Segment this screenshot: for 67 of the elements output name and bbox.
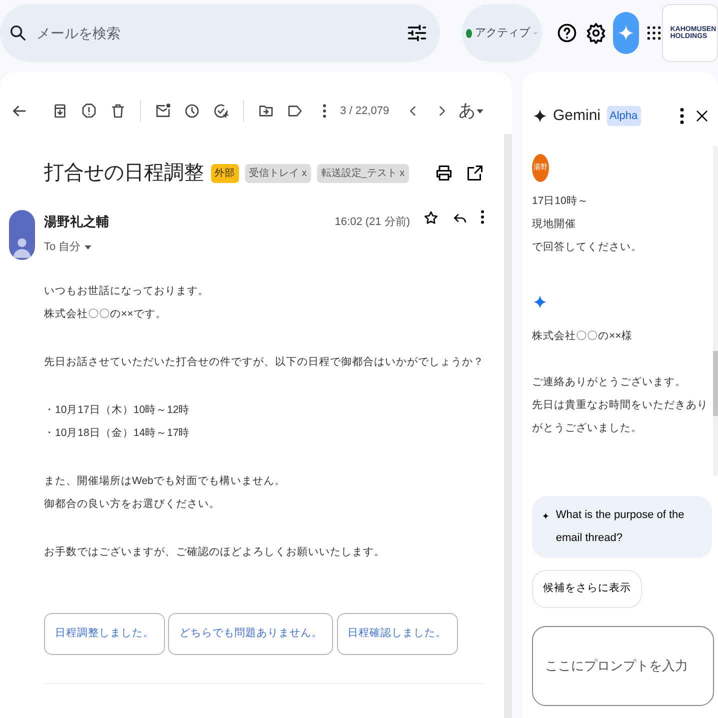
panel-menu-button[interactable] [680, 108, 684, 124]
body-paragraph: いつもお世話になっております。 株式会社〇〇の××です。 [44, 284, 210, 322]
sparkle-icon [532, 108, 548, 124]
scrollbar[interactable] [713, 146, 718, 476]
sliders-icon [406, 22, 428, 44]
status-button[interactable]: アクティブ [462, 4, 542, 62]
print-button[interactable] [435, 164, 453, 182]
recipient-dropdown[interactable]: To 自分 [44, 238, 109, 255]
alpha-badge: Alpha [606, 106, 641, 126]
trash-icon [110, 103, 126, 119]
caret-icon [476, 107, 484, 115]
smart-reply-button[interactable]: 日程確認しました。 [336, 613, 458, 655]
help-icon [556, 22, 578, 44]
reply-paragraph: 株式会社〇〇の××様 [532, 329, 634, 344]
help-button[interactable] [556, 22, 578, 44]
input-tool-button[interactable]: あ [458, 97, 484, 125]
message-time: 16:02 (21 分前) [334, 215, 410, 230]
external-link-icon [466, 164, 484, 182]
search-icon [8, 23, 28, 43]
caret-icon [533, 29, 538, 37]
label-chip: 転送設定_テスト x [317, 164, 409, 182]
body-paragraph: また、開催場所はWebでも対面でも構いません。 御都合の良い方をお選びください。 [44, 474, 286, 512]
star-icon [423, 210, 439, 226]
apps-button[interactable] [646, 25, 662, 41]
open-window-button[interactable] [466, 164, 484, 182]
caret-icon [84, 242, 92, 251]
settings-icon [584, 22, 606, 44]
sender-name: 湯野礼之輔 [44, 213, 109, 231]
external-tag: 外部 [210, 164, 238, 182]
email-subject: 打合せの日程調整 [44, 161, 204, 186]
settings-button[interactable] [584, 22, 606, 44]
clock-icon [184, 103, 200, 119]
sparkle-icon [617, 24, 635, 42]
message-menu-button[interactable] [481, 210, 484, 224]
search-bar[interactable]: メールを検索 [0, 4, 440, 62]
archive-icon [52, 103, 68, 119]
reply-paragraph: ご連絡ありがとうございます。 先日は貴重なお時間をいただきありがとうございました。 [532, 375, 709, 436]
envelope-icon [155, 103, 172, 119]
sparkle-icon [532, 293, 548, 311]
more-icon [481, 210, 484, 224]
more-icon [322, 104, 326, 118]
more-icon [680, 108, 684, 124]
filter-button[interactable] [406, 22, 428, 44]
suggestion-chip[interactable]: What is the purpose of the email thread? [532, 496, 712, 558]
sparkle-icon [542, 511, 550, 521]
printer-icon [435, 164, 453, 182]
grid-icon [646, 25, 662, 41]
body-paragraph: お手数ではございますが、ご確認のほどよろしくお願いいたします。 [44, 545, 386, 560]
smart-reply-button[interactable]: どちらでも問題ありません。 [168, 613, 334, 655]
check-plus-icon [213, 103, 230, 119]
close-icon [694, 108, 710, 124]
panel-title: Gemini [553, 106, 601, 126]
star-button[interactable] [423, 210, 439, 226]
folder-icon [258, 103, 274, 119]
user-message: 17日10時～ 現地開催 で回答してください。 [532, 194, 643, 255]
search-field[interactable]: メールを検索 [34, 22, 400, 44]
gemini-button[interactable] [613, 12, 639, 54]
body-paragraph: ・10月17日（木）10時～12時 ・10月18日（金）14時～17時 [44, 403, 191, 441]
label-chip: 受信トレイ x [245, 164, 311, 182]
message-counter: 3 / 22,079 [340, 104, 390, 119]
tag-icon [287, 103, 304, 119]
smart-reply-button[interactable]: 日程調整しました。 [44, 613, 165, 655]
prompt-field[interactable]: ここにプロンプトを入力 [532, 626, 714, 706]
more-suggestions-button[interactable]: 候補をさらに表示 [532, 570, 642, 608]
close-button[interactable] [694, 108, 710, 124]
alert-icon [81, 103, 98, 119]
body-paragraph: 先日お話させていただいた打合せの件ですが、以下の日程で御都合はいかがでしょうか？ [44, 355, 484, 370]
